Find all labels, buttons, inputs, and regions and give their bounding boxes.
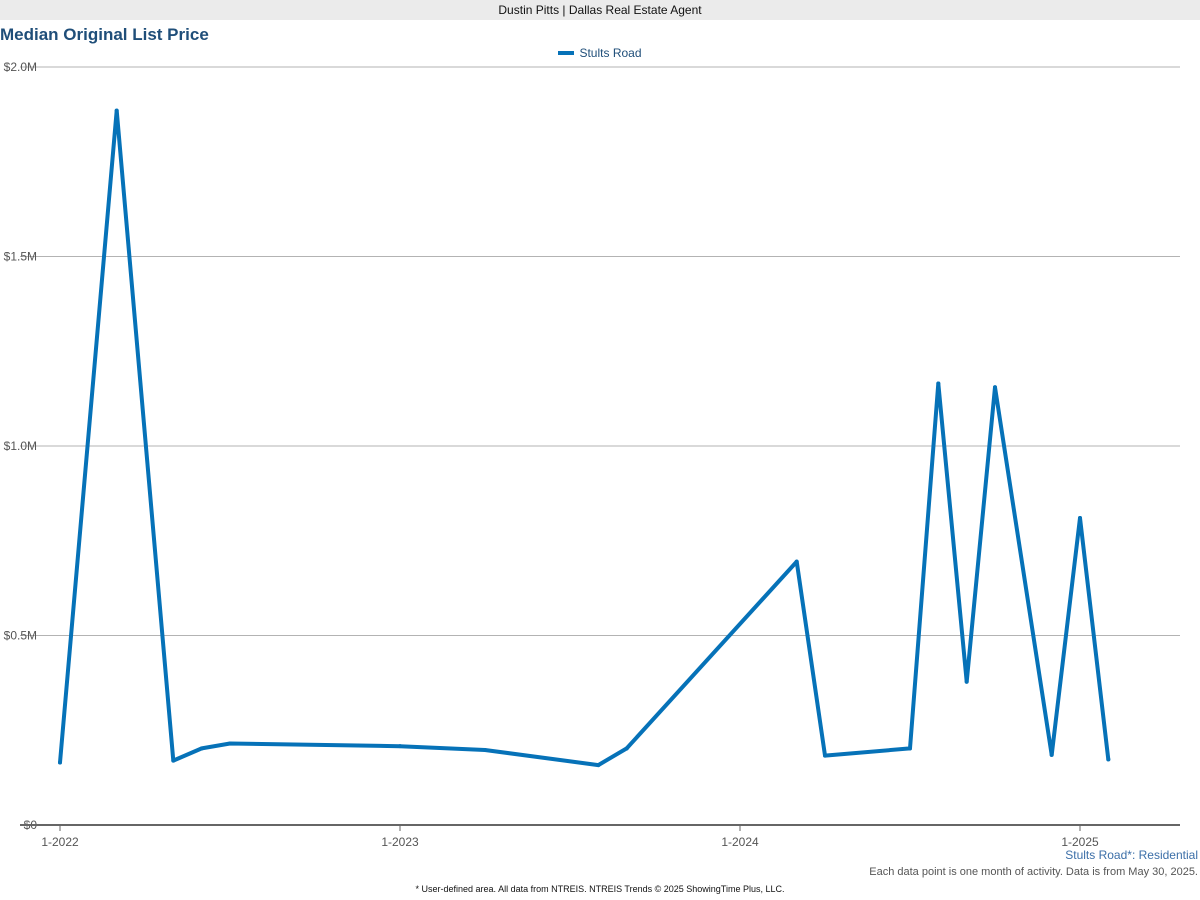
y-tick-label: $0.5M xyxy=(4,629,37,643)
data-point[interactable] xyxy=(398,744,402,749)
data-point[interactable] xyxy=(171,758,176,763)
data-point[interactable] xyxy=(794,559,799,564)
x-tick-label: 1-2023 xyxy=(381,835,419,849)
y-tick-label: $2.0M xyxy=(4,60,37,74)
data-points xyxy=(58,108,1111,768)
data-point[interactable] xyxy=(1049,752,1054,757)
line-chart: $0$0.5M$1.0M$1.5M$2.0M 1-2022 1-2023 1-202… xyxy=(4,60,1180,849)
x-axis: 1-2022 1-2023 1-2024 1-2025 xyxy=(41,825,1099,849)
area-note: Stults Road*: Residential xyxy=(1065,848,1198,862)
y-tick-label: $1.5M xyxy=(4,250,37,264)
data-point[interactable] xyxy=(1078,516,1082,521)
data-point[interactable] xyxy=(624,746,629,751)
data-note: Each data point is one month of activity… xyxy=(869,866,1198,878)
data-point[interactable] xyxy=(823,753,827,758)
x-tick-label: 1-2024 xyxy=(721,835,759,849)
footer-disclaimer: * User-defined area. All data from NTREI… xyxy=(415,884,785,894)
x-tick-label: 1-2022 xyxy=(41,835,79,849)
data-point[interactable] xyxy=(1106,757,1111,762)
data-point[interactable] xyxy=(908,746,912,751)
data-point[interactable] xyxy=(596,763,601,768)
report-page: Dustin Pitts | Dallas Real Estate Agent … xyxy=(0,0,1200,900)
y-axis: $0$0.5M$1.0M$1.5M$2.0M xyxy=(4,60,38,832)
grid-lines xyxy=(20,66,1180,636)
data-point[interactable] xyxy=(964,679,969,684)
data-point[interactable] xyxy=(993,385,997,390)
data-point[interactable] xyxy=(114,108,119,113)
data-point[interactable] xyxy=(483,747,487,752)
data-point[interactable] xyxy=(58,760,62,765)
data-point[interactable] xyxy=(936,381,941,386)
data-point[interactable] xyxy=(199,746,204,751)
data-point[interactable] xyxy=(228,741,232,746)
series-line-stults-road[interactable] xyxy=(58,108,1111,768)
x-tick-label: 1-2025 xyxy=(1061,835,1099,849)
y-tick-label: $1.0M xyxy=(4,439,37,453)
